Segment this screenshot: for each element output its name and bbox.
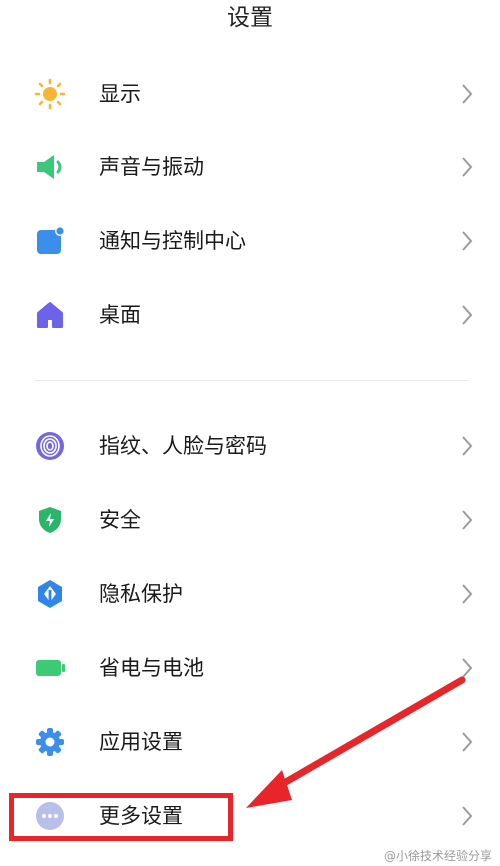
chevron-right-icon bbox=[462, 157, 473, 177]
highlight-box bbox=[9, 793, 233, 841]
settings-item-fingerprint-face-password[interactable]: 指纹、人脸与密码 bbox=[0, 416, 500, 476]
settings-item-notifications[interactable]: 通知与控制中心 bbox=[0, 211, 500, 271]
settings-item-label: 桌面 bbox=[99, 303, 141, 327]
chevron-right-icon bbox=[462, 305, 473, 325]
settings-item-privacy[interactable]: 隐私保护 bbox=[0, 564, 500, 624]
chevron-right-icon bbox=[462, 231, 473, 251]
speaker-icon bbox=[37, 155, 62, 179]
section-divider bbox=[34, 380, 468, 381]
page-title: 设置 bbox=[227, 5, 273, 31]
settings-item-app-settings[interactable]: 应用设置 bbox=[0, 712, 500, 772]
home-icon bbox=[37, 302, 63, 328]
chevron-right-icon bbox=[462, 732, 473, 752]
privacy-icon bbox=[38, 580, 62, 608]
settings-item-sound[interactable]: 声音与振动 bbox=[0, 137, 500, 197]
shield-icon bbox=[39, 507, 61, 533]
settings-item-security[interactable]: 安全 bbox=[0, 490, 500, 550]
chevron-right-icon bbox=[462, 510, 473, 530]
settings-item-battery[interactable]: 省电与电池 bbox=[0, 638, 500, 698]
settings-item-label: 通知与控制中心 bbox=[99, 229, 246, 253]
fingerprint-icon bbox=[36, 432, 64, 460]
settings-item-display[interactable]: 显示 bbox=[0, 64, 500, 124]
settings-item-label: 声音与振动 bbox=[99, 155, 204, 179]
settings-item-home-screen[interactable]: 桌面 bbox=[0, 285, 500, 345]
chevron-right-icon bbox=[462, 436, 473, 456]
settings-item-label: 显示 bbox=[99, 82, 141, 106]
chevron-right-icon bbox=[462, 806, 473, 826]
battery-icon bbox=[36, 660, 65, 676]
settings-item-label: 省电与电池 bbox=[99, 656, 204, 680]
sun-icon bbox=[34, 78, 66, 110]
settings-item-label: 应用设置 bbox=[99, 730, 183, 754]
gear-icon bbox=[36, 728, 64, 756]
chevron-right-icon bbox=[462, 84, 473, 104]
watermark: @小徐技术经验分享 bbox=[383, 849, 492, 863]
settings-item-label: 安全 bbox=[99, 508, 141, 532]
chevron-right-icon bbox=[462, 658, 473, 678]
chevron-right-icon bbox=[462, 584, 473, 604]
settings-item-label: 指纹、人脸与密码 bbox=[99, 434, 267, 458]
notification-icon bbox=[37, 226, 65, 254]
settings-item-label: 隐私保护 bbox=[99, 582, 183, 606]
